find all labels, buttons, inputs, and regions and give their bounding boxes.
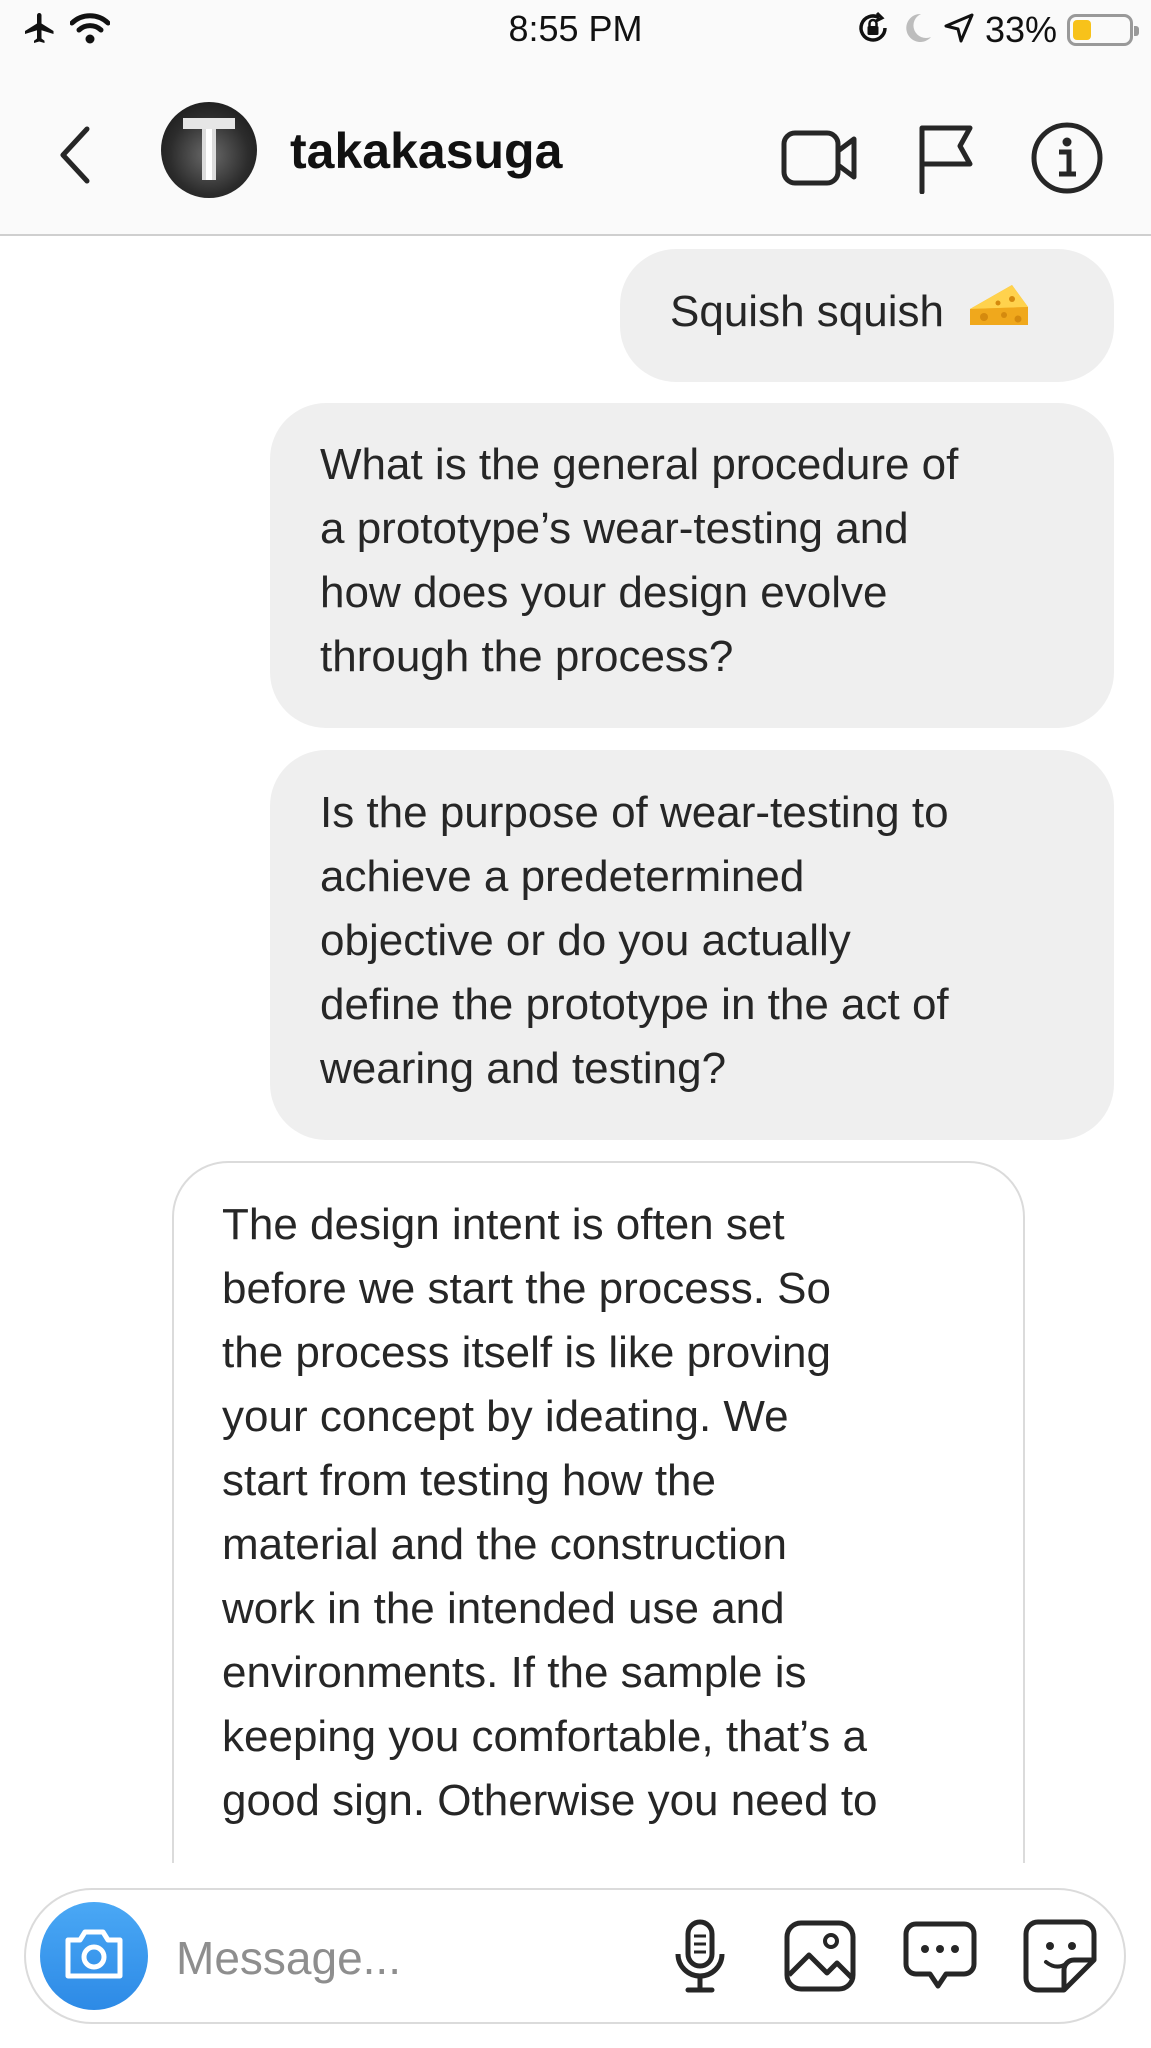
message-text: Squish squish [670, 287, 944, 336]
avatar[interactable] [161, 102, 257, 198]
location-icon [943, 12, 975, 49]
battery-cap [1134, 26, 1139, 36]
message-text: The design intent is often set before we… [222, 1200, 878, 1825]
message-composer [24, 1888, 1126, 2024]
orientation-lock-icon [855, 10, 891, 51]
microphone-icon [672, 1918, 728, 1999]
message-input[interactable] [176, 1920, 626, 1996]
gallery-button[interactable] [774, 1912, 866, 2004]
message-text: What is the general procedure of a proto… [320, 440, 959, 681]
quick-reply-button[interactable] [894, 1912, 986, 2004]
camera-button[interactable] [40, 1902, 148, 2010]
gallery-icon [783, 1919, 857, 1998]
message-text: Is the purpose of wear-testing to achiev… [320, 788, 949, 1093]
received-message-bubble[interactable]: The design intent is often set before we… [172, 1161, 1025, 1863]
back-chevron-icon [55, 123, 95, 192]
info-button[interactable] [1025, 118, 1109, 202]
video-call-icon [780, 127, 860, 194]
moon-icon [901, 11, 933, 50]
chat-bubble-icon [902, 1920, 978, 1997]
message-thread[interactable]: Squish squish What is the general proced… [0, 236, 1151, 1863]
avatar-letter-graphic [183, 118, 235, 180]
sent-message-bubble[interactable]: Squish squish [620, 249, 1114, 382]
video-call-button[interactable] [778, 118, 862, 202]
battery-percent: 33% [984, 9, 1057, 50]
sticker-icon [1022, 1918, 1098, 1999]
camera-icon [62, 1928, 126, 1985]
status-bar: 8:55 PM 33% [0, 0, 1151, 60]
chat-header: takakasuga [0, 60, 1151, 236]
report-flag-button[interactable] [904, 118, 988, 202]
flag-icon [914, 122, 978, 199]
sticker-button[interactable] [1014, 1912, 1106, 2004]
battery-fill [1073, 20, 1091, 40]
battery-icon [1067, 14, 1139, 46]
chat-username[interactable]: takakasuga [290, 122, 562, 180]
voice-message-button[interactable] [654, 1912, 746, 2004]
status-right: 33% [855, 9, 1139, 51]
sent-message-bubble[interactable]: Is the purpose of wear-testing to achiev… [270, 750, 1114, 1140]
cheese-emoji [968, 281, 1030, 347]
sent-message-bubble[interactable]: What is the general procedure of a proto… [270, 403, 1114, 728]
back-button[interactable] [40, 112, 110, 202]
info-icon [1030, 121, 1104, 200]
